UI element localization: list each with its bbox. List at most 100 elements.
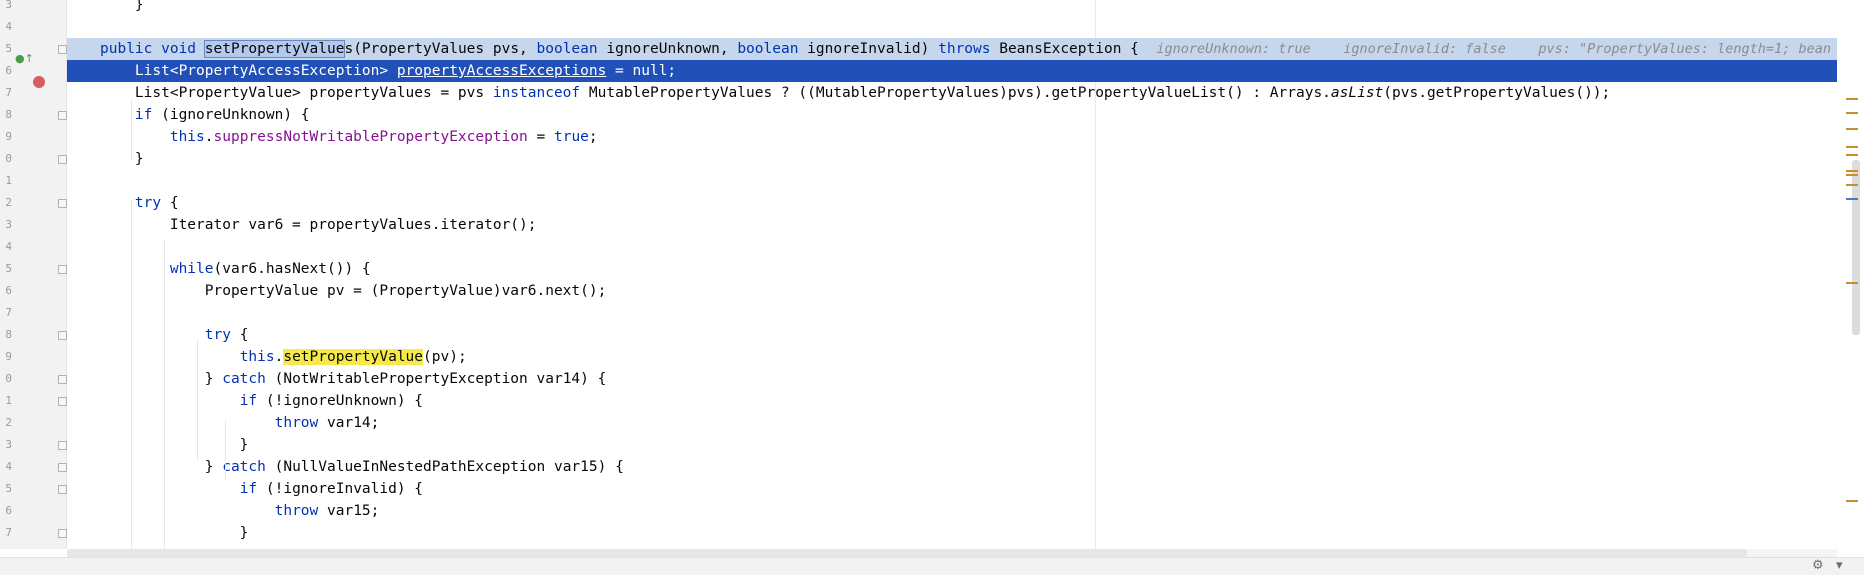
code-line[interactable]: if (ignoreUnknown) { xyxy=(67,104,1837,126)
indent-guide xyxy=(225,420,226,480)
error-stripe-mark[interactable] xyxy=(1846,128,1858,130)
gear-icon[interactable]: ⚙ xyxy=(1812,558,1824,573)
fold-marker-icon[interactable] xyxy=(58,397,67,406)
fold-marker-icon[interactable] xyxy=(58,45,67,54)
error-stripe-mark[interactable] xyxy=(1846,146,1858,148)
line-number: 7 xyxy=(5,526,12,539)
code-line[interactable]: PropertyValue pv = (PropertyValue)var6.n… xyxy=(67,280,1837,302)
code-line[interactable]: throw var15; xyxy=(67,500,1837,522)
code-token: setPropertyValue xyxy=(283,349,424,365)
code-text: while(var6.hasNext()) { xyxy=(100,258,371,280)
code-line[interactable]: List<PropertyAccessException> propertyAc… xyxy=(67,60,1837,82)
line-number: 4 xyxy=(5,20,12,33)
code-line[interactable]: } xyxy=(67,522,1837,544)
code-line[interactable]: try { xyxy=(67,192,1837,214)
code-line[interactable] xyxy=(67,170,1837,192)
code-text: try { xyxy=(100,324,249,346)
line-number: 1 xyxy=(5,394,12,407)
code-line[interactable]: throw var14; xyxy=(67,412,1837,434)
code-token: var14; xyxy=(327,415,380,431)
fold-marker-icon[interactable] xyxy=(58,485,67,494)
line-number: 7 xyxy=(5,306,12,319)
code-line[interactable]: } xyxy=(67,148,1837,170)
code-text: List<PropertyValue> propertyValues = pvs… xyxy=(100,82,1610,104)
code-token: var15; xyxy=(327,503,380,519)
code-token: (pv); xyxy=(423,349,467,365)
line-number: 8 xyxy=(5,108,12,121)
code-token: (!ignoreUnknown) { xyxy=(265,393,424,409)
code-text: } catch (NullValueInNestedPathException … xyxy=(100,456,624,478)
line-number: 6 xyxy=(5,504,12,517)
code-line[interactable]: } catch (NullValueInNestedPathException … xyxy=(67,456,1837,478)
fold-marker-icon[interactable] xyxy=(58,199,67,208)
code-line[interactable]: while(var6.hasNext()) { xyxy=(67,258,1837,280)
line-number: 2 xyxy=(5,196,12,209)
error-stripe-mark[interactable] xyxy=(1846,112,1858,114)
indent-guide xyxy=(164,270,165,549)
code-line[interactable]: this.setPropertyValue(pv); xyxy=(67,346,1837,368)
fold-marker-icon[interactable] xyxy=(58,111,67,120)
error-stripe-mark[interactable] xyxy=(1846,198,1858,200)
code-token: suppressNotWritablePropertyException xyxy=(213,129,528,145)
code-line[interactable]: if (!ignoreInvalid) { xyxy=(67,478,1837,500)
fold-marker-icon[interactable] xyxy=(58,375,67,384)
code-token: (pvs.getPropertyValues()); xyxy=(1383,85,1611,101)
line-number: 4 xyxy=(5,240,12,253)
fold-marker-icon[interactable] xyxy=(58,441,67,450)
line-number: 3 xyxy=(5,218,12,231)
code-text: throw var15; xyxy=(100,500,380,522)
code-token: BeansException { xyxy=(999,41,1157,57)
error-stripe-mark[interactable] xyxy=(1846,170,1858,172)
code-text: PropertyValue pv = (PropertyValue)var6.n… xyxy=(100,280,607,302)
code-editor[interactable]: } public void setPropertyValues(PropertyV… xyxy=(67,0,1837,549)
code-line[interactable]: } catch (NotWritablePropertyException va… xyxy=(67,368,1837,390)
code-line[interactable]: } xyxy=(67,434,1837,456)
fold-marker-icon[interactable] xyxy=(58,331,67,340)
code-token: ignoreInvalid) xyxy=(807,41,939,57)
code-line[interactable] xyxy=(67,16,1837,38)
code-token: catch xyxy=(222,459,275,475)
code-token: throw xyxy=(274,415,327,431)
code-token: } xyxy=(100,437,249,453)
code-token: s xyxy=(344,41,354,57)
code-text: throw var14; xyxy=(100,412,380,434)
chevron-down-icon[interactable]: ▾ xyxy=(1836,558,1843,573)
code-line[interactable]: this.suppressNotWritablePropertyExceptio… xyxy=(67,126,1837,148)
code-line[interactable] xyxy=(67,302,1837,324)
code-line[interactable]: List<PropertyValue> propertyValues = pvs… xyxy=(67,82,1837,104)
status-bar: ⚙ ▾ xyxy=(0,557,1864,575)
error-stripe-mark[interactable] xyxy=(1846,154,1858,156)
fold-marker-icon[interactable] xyxy=(58,529,67,538)
horizontal-scrollbar[interactable] xyxy=(67,549,1747,557)
code-line[interactable]: try { xyxy=(67,324,1837,346)
indent-guide xyxy=(131,100,132,160)
code-line[interactable] xyxy=(67,236,1837,258)
code-line[interactable]: } xyxy=(67,0,1837,16)
code-token: while xyxy=(169,261,214,277)
line-number: 6 xyxy=(5,64,12,77)
error-stripe-mark[interactable] xyxy=(1846,184,1858,186)
code-line[interactable]: if (!ignoreUnknown) { xyxy=(67,390,1837,412)
code-token: instanceof xyxy=(492,85,589,101)
code-text: } xyxy=(100,434,249,456)
fold-marker-icon[interactable] xyxy=(58,265,67,274)
fold-marker-icon[interactable] xyxy=(58,463,67,472)
code-line[interactable]: public void setPropertyValues(PropertyVa… xyxy=(67,38,1837,60)
error-stripe-mark[interactable] xyxy=(1846,500,1858,502)
breakpoint-icon[interactable] xyxy=(33,76,45,88)
vertical-scrollbar[interactable] xyxy=(1852,160,1860,335)
line-number: 3 xyxy=(5,438,12,451)
method-override-icon[interactable]: ●↑ xyxy=(15,52,34,65)
code-token: } xyxy=(100,151,144,167)
fold-marker-icon[interactable] xyxy=(58,155,67,164)
error-stripe-mark[interactable] xyxy=(1846,282,1858,284)
code-line[interactable]: Iterator var6 = propertyValues.iterator(… xyxy=(67,214,1837,236)
code-text: } xyxy=(100,522,249,544)
code-text: } catch (NotWritablePropertyException va… xyxy=(100,368,607,390)
error-stripe-mark[interactable] xyxy=(1846,174,1858,176)
code-token: (NotWritablePropertyException var14) { xyxy=(274,371,607,387)
error-stripe-mark[interactable] xyxy=(1846,98,1858,100)
